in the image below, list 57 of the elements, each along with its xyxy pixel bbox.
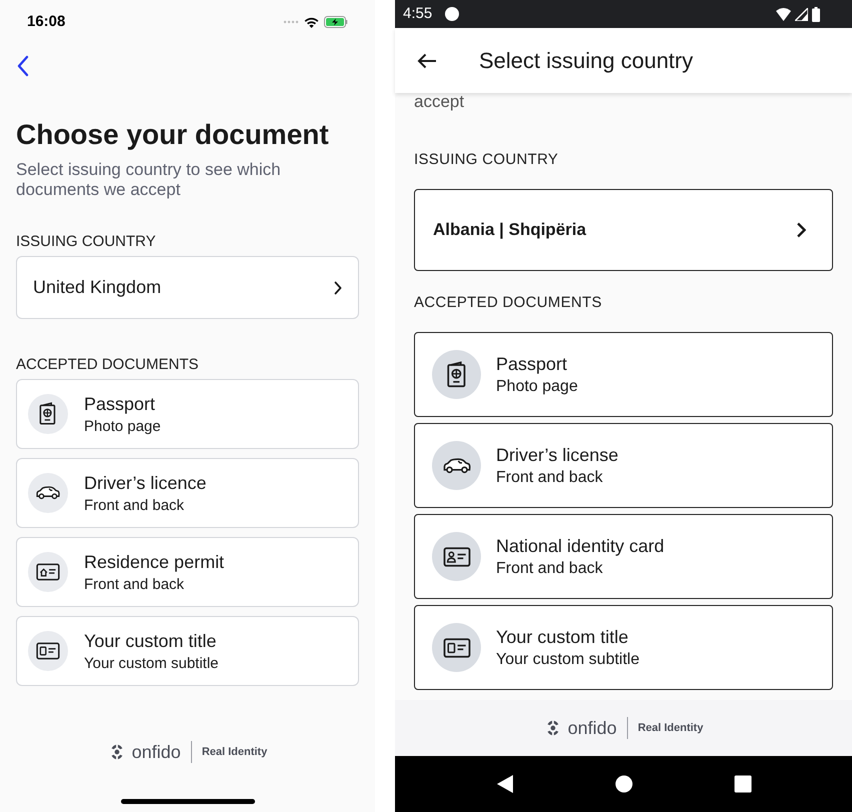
- document-subtitle: Photo page: [84, 418, 161, 436]
- document-title: Residence permit: [84, 550, 224, 572]
- circle-home-icon: [614, 775, 632, 793]
- brand-tagline: Real Identity: [202, 744, 268, 760]
- document-title: Passport: [84, 392, 156, 414]
- document-subtitle: Front and back: [496, 558, 604, 578]
- section-label: ACCEPTED DOCUMENTS: [414, 295, 603, 311]
- status-time: 4:55: [403, 4, 432, 24]
- document-option[interactable]: Driver’s licence Front and back: [16, 458, 359, 528]
- section-label: ACCEPTED DOCUMENTS: [16, 357, 200, 373]
- document-subtitle: Your custom subtitle: [84, 654, 219, 672]
- document-option[interactable]: Passport Photo page: [16, 379, 359, 449]
- page-title: Choose your document: [16, 118, 330, 152]
- country-selector[interactable]: Albania | Shqipëria: [414, 189, 833, 271]
- brand-name: onfido: [568, 719, 617, 737]
- document-subtitle: Photo page: [496, 376, 578, 396]
- document-option[interactable]: Your custom title Your custom subtitle: [414, 605, 833, 690]
- battery-icon: [812, 6, 820, 22]
- back-nav-button[interactable]: [496, 774, 514, 794]
- arrow-left-icon: [417, 52, 437, 68]
- wifi-icon: [304, 16, 319, 28]
- app-bar-title: Select issuing country: [479, 47, 693, 75]
- brand-name: onfido: [132, 743, 181, 761]
- document-title: Your custom title: [84, 630, 218, 652]
- cell-signal-icon: [795, 8, 808, 20]
- page-subtitle: Select issuing country to see which documents we accept: [16, 160, 282, 200]
- document-subtitle: Your custom subtitle: [496, 650, 640, 670]
- document-subtitle: Front and back: [496, 468, 604, 488]
- battery-charging-icon: [324, 16, 348, 28]
- document-option[interactable]: Your custom title Your custom subtitle: [16, 616, 359, 686]
- brand-tagline: Real Identity: [638, 720, 704, 736]
- document-title: Driver’s license: [496, 444, 618, 466]
- document-option[interactable]: Passport Photo page: [414, 332, 833, 417]
- document-title: Passport: [496, 352, 568, 374]
- scrolled-text: accept: [414, 92, 464, 111]
- square-recents-icon: [734, 775, 752, 793]
- section-label: ISSUING COUNTRY: [414, 152, 560, 168]
- chevron-right-icon: [334, 280, 342, 294]
- recents-nav-button[interactable]: [734, 775, 752, 793]
- chevron-right-icon: [796, 222, 806, 238]
- chevron-left-icon: [17, 55, 29, 77]
- document-title: National identity card: [496, 534, 664, 556]
- document-option[interactable]: Driver’s license Front and back: [414, 423, 833, 508]
- document-subtitle: Front and back: [84, 576, 186, 594]
- signal-dots-icon: [283, 20, 299, 24]
- document-title: Driver’s licence: [84, 472, 206, 494]
- wifi-icon: [776, 8, 791, 20]
- country-selector[interactable]: United Kingdom: [16, 256, 359, 319]
- dot-icon: [444, 6, 460, 22]
- status-time: 16:08: [27, 12, 66, 32]
- document-option[interactable]: Residence permit Front and back: [16, 537, 359, 607]
- section-label: ISSUING COUNTRY: [16, 234, 157, 250]
- document-title: Your custom title: [496, 626, 630, 648]
- document-option[interactable]: National identity card Front and back: [414, 514, 833, 599]
- document-subtitle: Front and back: [84, 496, 186, 514]
- triangle-back-icon: [496, 774, 514, 794]
- home-nav-button[interactable]: [614, 775, 632, 793]
